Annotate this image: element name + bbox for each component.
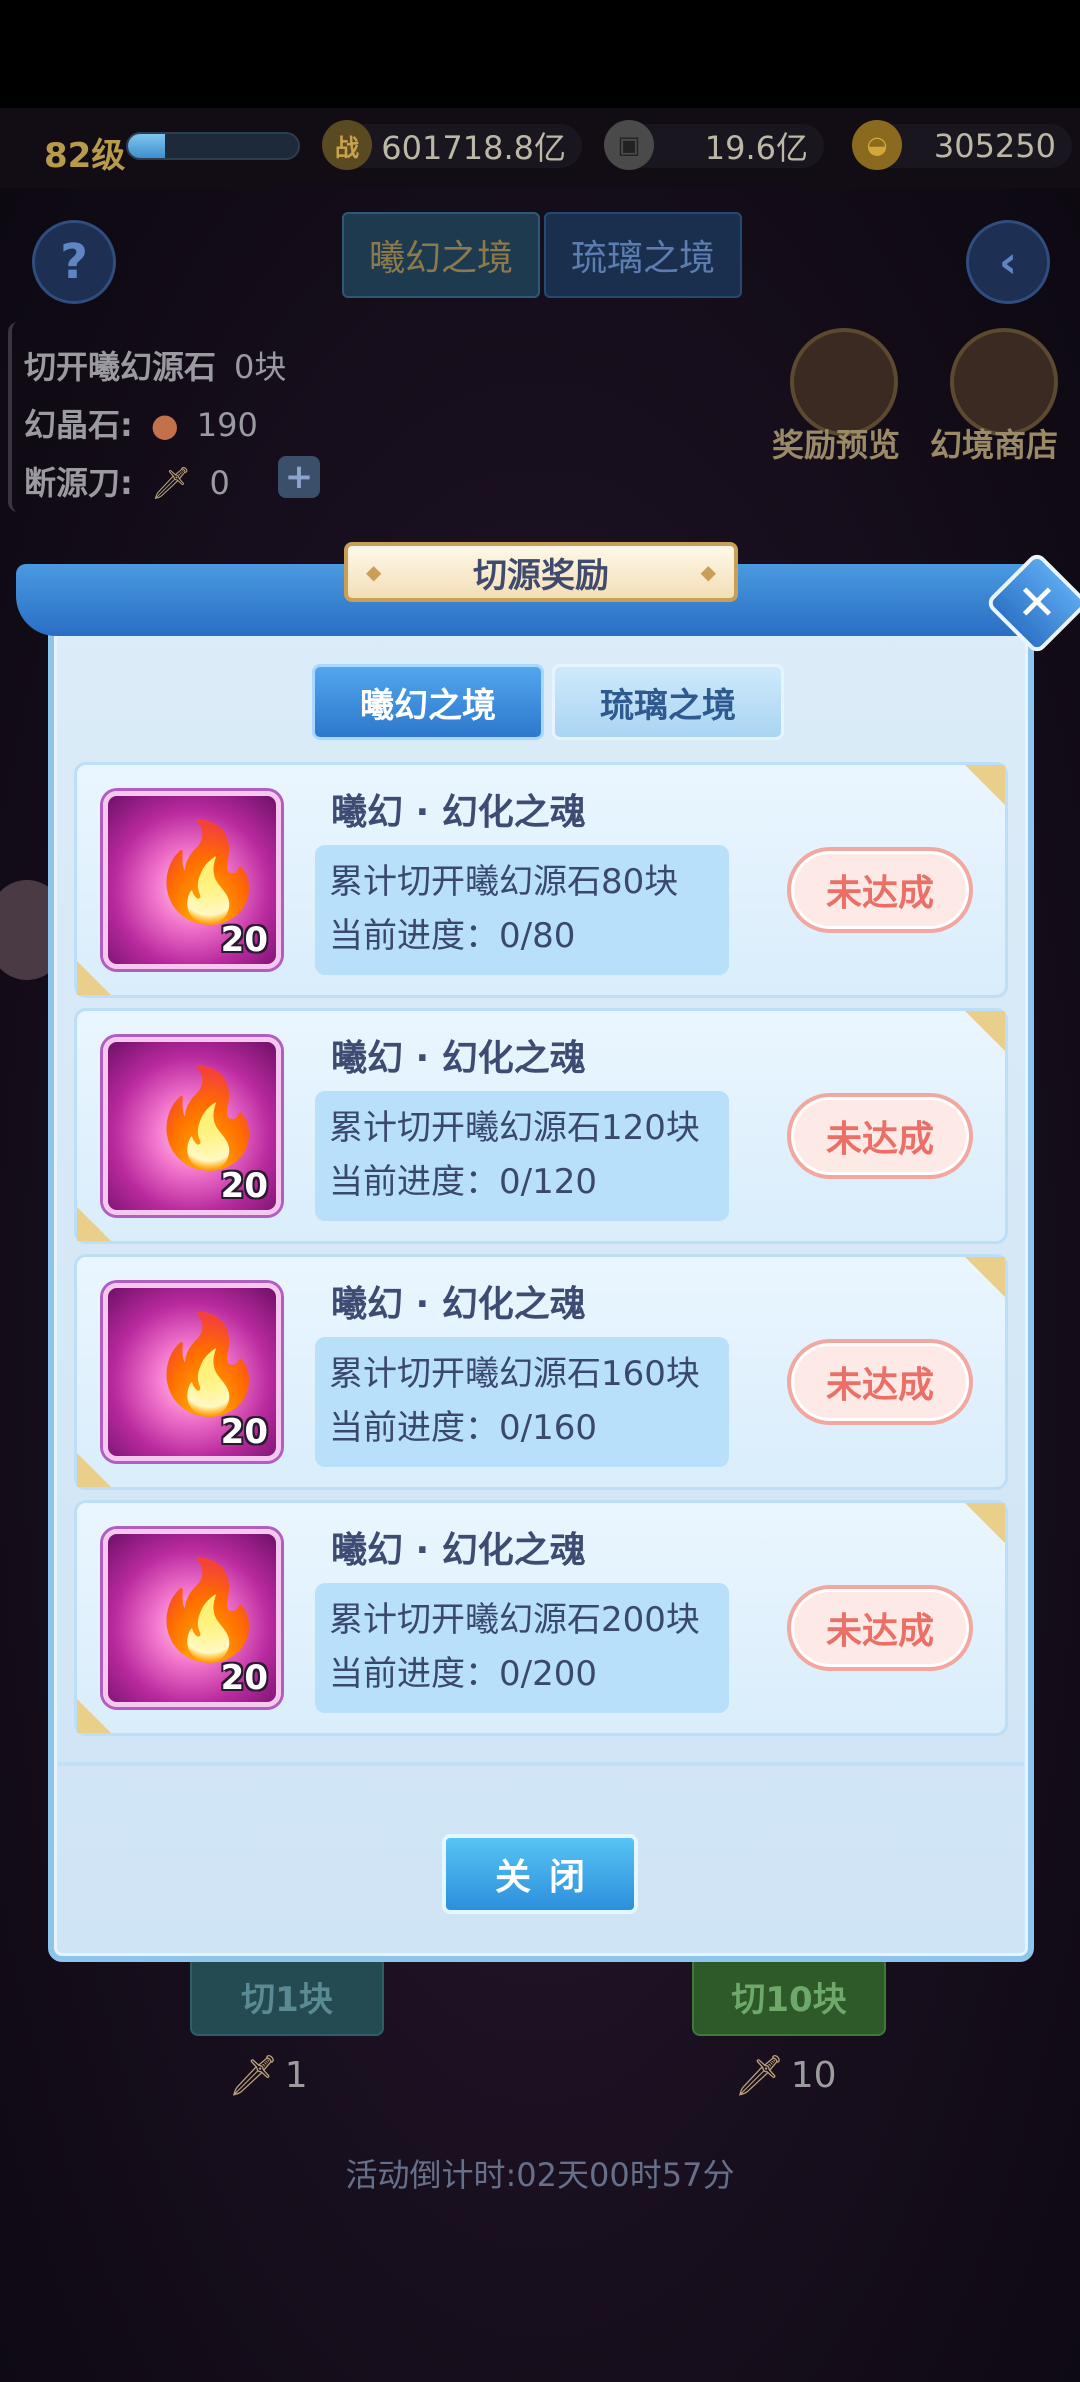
corner-ornament — [77, 1453, 111, 1487]
reward-row: 🔥 20 曦幻 · 幻化之魂 累计切开曦幻源石200块 当前进度：0/200 未达… — [74, 1500, 1008, 1736]
status-not-achieved-button[interactable]: 未达成 — [787, 847, 973, 933]
requirement-text: 累计切开曦幻源石80块 — [329, 862, 679, 902]
requirement-text: 累计切开曦幻源石200块 — [329, 1600, 700, 1640]
status-not-achieved-button[interactable]: 未达成 — [787, 1585, 973, 1671]
flame-icon: 🔥 — [148, 816, 268, 928]
event-countdown: 活动倒计时:02天00时57分 — [345, 2156, 735, 2194]
cut-10-cost: 🗡 10 — [734, 2052, 837, 2099]
back-arrow-icon: ‹ — [998, 236, 1018, 288]
requirement-text: 累计切开曦幻源石120块 — [329, 1108, 700, 1148]
reward-name: 曦幻 · 幻化之魂 — [331, 1284, 586, 1325]
add-knife-button[interactable]: + — [278, 456, 320, 498]
item-count: 20 — [220, 1166, 268, 1206]
status-not-achieved-button[interactable]: 未达成 — [787, 1093, 973, 1179]
progress-text: 当前进度：0/120 — [329, 1162, 597, 1202]
combat-power-value: 601718.8亿 — [381, 129, 566, 167]
corner-ornament — [77, 1699, 111, 1733]
crystal-line: 幻晶石: ● 190 — [24, 400, 258, 446]
soul-item-icon[interactable]: 🔥 20 — [103, 791, 281, 969]
cut-stones-value: 0块 — [234, 348, 287, 386]
reward-list[interactable]: 🔥 20 曦幻 · 幻化之魂 累计切开曦幻源石80块 当前进度：0/80 未达成 … — [74, 762, 1008, 1756]
progress-text: 当前进度：0/160 — [329, 1408, 597, 1448]
cut-1-button[interactable]: 切1块 — [190, 1956, 384, 2036]
gold-display: ◒ 305250 — [852, 120, 1072, 170]
item-count: 20 — [220, 1658, 268, 1698]
divider — [58, 1762, 1024, 1766]
reward-row: 🔥 20 曦幻 · 幻化之魂 累计切开曦幻源石80块 当前进度：0/80 未达成 — [74, 762, 1008, 998]
xp-bar-fill — [128, 134, 166, 158]
copper-coin-icon: ▣ — [604, 120, 654, 170]
close-button[interactable]: 关闭 — [442, 1834, 638, 1914]
requirement-box: 累计切开曦幻源石160块 当前进度：0/160 — [315, 1337, 729, 1467]
crystal-value: 190 — [196, 406, 258, 444]
gold-value: 305250 — [933, 127, 1056, 165]
cut-10-button[interactable]: 切10块 — [692, 1956, 886, 2036]
player-level: 82级 — [44, 136, 126, 176]
reward-preview-label[interactable]: 奖励预览 — [772, 420, 900, 466]
xp-bar — [126, 132, 300, 160]
copper-value: 19.6亿 — [704, 129, 808, 167]
knife-icon: 🗡 — [228, 2053, 279, 2099]
soul-item-icon[interactable]: 🔥 20 — [103, 1283, 281, 1461]
reward-dialog: 切源奖励 ✕ 曦幻之境 琉璃之境 🔥20 曦幻 · 幻化之魂 累计切开曦幻源石8… — [16, 542, 1080, 1962]
cut-10-cost-value: 10 — [790, 2055, 837, 2096]
tab-xihuan[interactable]: 曦幻之境 — [312, 664, 544, 740]
crystal-icon: ● — [150, 406, 179, 444]
bg-tab-xihuan[interactable]: 曦幻之境 — [342, 212, 540, 298]
shop-label[interactable]: 幻境商店 — [930, 420, 1058, 466]
back-button[interactable]: ‹ — [966, 220, 1050, 304]
copper-display: ▣ 19.6亿 — [604, 120, 824, 170]
cut-stones-label: 切开曦幻源石 — [24, 348, 217, 386]
requirement-text: 累计切开曦幻源石160块 — [329, 1354, 700, 1394]
item-count: 20 — [220, 1412, 268, 1452]
corner-ornament — [77, 1207, 111, 1241]
knife-label: 断源刀: — [24, 464, 133, 502]
combat-power-icon: 战 — [322, 120, 372, 170]
dialog-tabs: 曦幻之境 琉璃之境 — [312, 664, 784, 740]
crystal-label: 幻晶石: — [24, 406, 133, 444]
corner-ornament — [965, 1503, 1005, 1543]
corner-ornament — [965, 1257, 1005, 1297]
reward-name: 曦幻 · 幻化之魂 — [331, 792, 586, 833]
question-icon: ? — [60, 234, 88, 290]
plus-icon: + — [284, 457, 314, 497]
knife-icon: 🗡 — [150, 464, 192, 502]
bg-tab-liuli[interactable]: 琉璃之境 — [544, 212, 742, 298]
status-not-achieved-button[interactable]: 未达成 — [787, 1339, 973, 1425]
reward-name: 曦幻 · 幻化之魂 — [331, 1038, 586, 1079]
close-icon: ✕ — [1016, 575, 1058, 631]
progress-text: 当前进度：0/80 — [329, 916, 576, 956]
corner-ornament — [965, 765, 1005, 805]
knife-value: 0 — [209, 464, 230, 502]
requirement-box: 累计切开曦幻源石200块 当前进度：0/200 — [315, 1583, 729, 1713]
soul-item-icon[interactable]: 🔥 20 — [103, 1529, 281, 1707]
soul-item-icon[interactable]: 🔥 20 — [103, 1037, 281, 1215]
help-button[interactable]: ? — [32, 220, 116, 304]
dialog-title: 切源奖励 — [344, 542, 738, 602]
requirement-box: 累计切开曦幻源石80块 当前进度：0/80 — [315, 845, 729, 975]
reward-row: 🔥 20 曦幻 · 幻化之魂 累计切开曦幻源石160块 当前进度：0/160 未达… — [74, 1254, 1008, 1490]
gold-ingot-icon: ◒ — [852, 120, 902, 170]
progress-text: 当前进度：0/200 — [329, 1654, 597, 1694]
tab-liuli[interactable]: 琉璃之境 — [552, 664, 784, 740]
cut-1-cost: 🗡 1 — [228, 2052, 308, 2099]
knife-icon: 🗡 — [734, 2053, 785, 2099]
cut-1-cost-value: 1 — [284, 2055, 308, 2096]
flame-icon: 🔥 — [148, 1554, 268, 1666]
combat-power-display: 战 601718.8亿 — [322, 120, 582, 170]
corner-ornament — [965, 1011, 1005, 1051]
corner-ornament — [77, 961, 111, 995]
item-count: 20 — [220, 920, 268, 960]
knife-line: 断源刀: 🗡 0 — [24, 458, 230, 504]
reward-name: 曦幻 · 幻化之魂 — [331, 1530, 586, 1571]
requirement-box: 累计切开曦幻源石120块 当前进度：0/120 — [315, 1091, 729, 1221]
flame-icon: 🔥 — [148, 1062, 268, 1174]
flame-icon: 🔥 — [148, 1308, 268, 1420]
cut-stones-line: 切开曦幻源石 0块 — [24, 342, 286, 388]
reward-row: 🔥 20 曦幻 · 幻化之魂 累计切开曦幻源石120块 当前进度：0/120 未达… — [74, 1008, 1008, 1244]
